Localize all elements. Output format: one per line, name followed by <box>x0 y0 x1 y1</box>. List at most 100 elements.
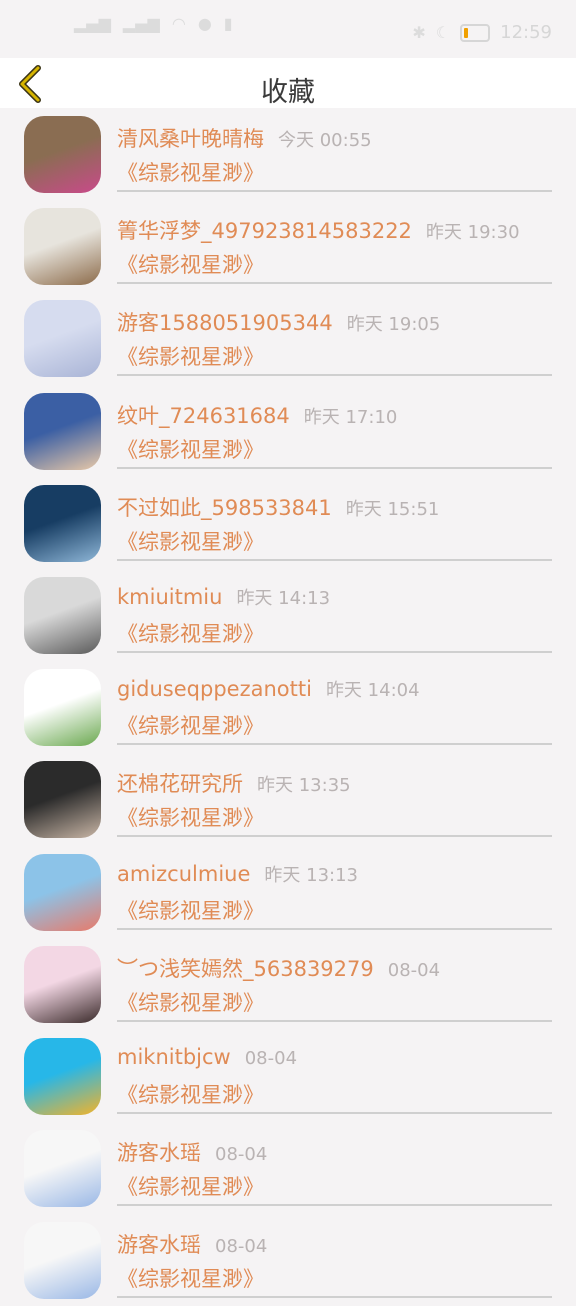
work-title[interactable]: 《综影视星渺》 <box>117 434 264 464</box>
user-name-text: giduseqppezanotti <box>117 677 312 702</box>
user-name-text: 游客水瑶 <box>117 1233 201 1258</box>
work-title[interactable]: 《综影视星渺》 <box>117 618 264 648</box>
avatar[interactable] <box>24 116 101 193</box>
timestamp: 昨天 14:13 <box>236 587 331 609</box>
moon-icon: ☾ <box>435 23 451 42</box>
avatar[interactable] <box>24 1222 101 1300</box>
status-time: 12:59 <box>500 22 552 43</box>
list-item[interactable]: miknitbjcw 08-04 《综影视星渺》 <box>0 1030 576 1122</box>
list-item[interactable]: 纹叶_724631684 昨天 17:10 《综影视星渺》 <box>0 385 576 477</box>
list-item[interactable]: 箐华浮梦_497923814583222 昨天 19:30 《综影视星渺》 <box>0 200 576 292</box>
user-name-text: kmiuitmiu <box>117 584 223 609</box>
user-name[interactable]: 不过如此_598533841 昨天 15:51 <box>117 492 439 522</box>
list-item[interactable]: 不过如此_598533841 昨天 15:51 《综影视星渺》 <box>0 477 576 569</box>
work-title[interactable]: 《综影视星渺》 <box>117 1171 264 1201</box>
timestamp: 08-04 <box>215 1144 268 1166</box>
list-item[interactable]: amizculmiue 昨天 13:13 《综影视星渺》 <box>0 846 576 938</box>
list-item[interactable]: kmiuitmiu 昨天 14:13 《综影视星渺》 <box>0 569 576 661</box>
user-name[interactable]: giduseqppezanotti 昨天 14:04 <box>117 676 420 702</box>
divider <box>117 1111 552 1114</box>
avatar[interactable] <box>24 300 101 378</box>
timestamp: 08-04 <box>244 1047 298 1069</box>
user-name[interactable]: miknitbjcw 08-04 <box>117 1045 297 1069</box>
list-item[interactable]: ︶つ浅笑嫣然_563839279 08-04 《综影视星渺》 <box>0 938 576 1030</box>
user-name-text: miknitbjcw <box>117 1044 231 1069</box>
list-item[interactable]: 清风桑叶晚晴梅 今天 00:55 《综影视星渺》 <box>0 108 576 200</box>
work-title[interactable]: 《综影视星渺》 <box>117 987 264 1017</box>
timestamp: 昨天 14:04 <box>325 680 420 702</box>
signal-2-icon: ▂▄▆ <box>122 14 160 33</box>
sim-icon: ▮ <box>223 14 233 33</box>
divider <box>117 743 552 746</box>
wifi-icon: ◠ <box>171 14 186 33</box>
header-bar: 收藏 <box>0 58 576 108</box>
user-name[interactable]: 游客1588051905344 昨天 19:05 <box>117 307 440 337</box>
avatar[interactable] <box>24 1037 101 1115</box>
list-item[interactable]: 游客1588051905344 昨天 19:05 《综影视星渺》 <box>0 292 576 384</box>
work-title[interactable]: 《综影视星渺》 <box>117 1263 264 1293</box>
timestamp: 今天 00:55 <box>278 130 372 151</box>
user-name[interactable]: 箐华浮梦_497923814583222 昨天 19:30 <box>117 215 520 245</box>
signal-icon: ▂▄▆ <box>74 14 111 33</box>
divider <box>117 835 552 838</box>
divider <box>117 374 552 377</box>
list-item[interactable]: 游客水瑶 08-04 《综影视星渺》 <box>0 1214 576 1306</box>
user-name-text: ︶つ浅笑嫣然_563839279 <box>117 956 374 981</box>
list-item[interactable]: 还棉花研究所 昨天 13:35 《综影视星渺》 <box>0 753 576 845</box>
page-title: 收藏 <box>261 77 315 108</box>
avatar[interactable] <box>24 1130 101 1208</box>
divider <box>117 1019 552 1022</box>
avatar[interactable] <box>24 853 101 931</box>
user-name-text: 清风桑叶晚晴梅 <box>117 127 264 151</box>
user-name[interactable]: 游客水瑶 08-04 <box>117 1137 267 1167</box>
timestamp: 昨天 13:13 <box>264 864 359 886</box>
user-name[interactable]: 纹叶_724631684 昨天 17:10 <box>117 400 397 430</box>
avatar[interactable] <box>24 669 101 747</box>
divider <box>117 1204 552 1207</box>
status-left-icons: ▂▄▆ ▂▄▆ ◠ ● ▮ <box>74 14 233 33</box>
work-title[interactable]: 《综影视星渺》 <box>117 249 264 279</box>
avatar[interactable] <box>24 576 101 654</box>
list-item[interactable]: 游客水瑶 08-04 《综影视星渺》 <box>0 1122 576 1214</box>
user-name[interactable]: kmiuitmiu 昨天 14:13 <box>117 584 330 610</box>
user-name-text: amizculmiue <box>117 861 251 886</box>
avatar[interactable] <box>24 761 101 839</box>
user-name[interactable]: amizculmiue 昨天 13:13 <box>117 861 358 887</box>
avatar[interactable] <box>24 945 101 1023</box>
timestamp: 08-04 <box>215 1236 268 1258</box>
user-name-text: 箐华浮梦_497923814583222 <box>117 219 412 244</box>
work-title[interactable]: 《综影视星渺》 <box>117 710 264 740</box>
avatar[interactable] <box>24 392 101 470</box>
work-title[interactable]: 《综影视星渺》 <box>117 1079 264 1109</box>
timestamp: 08-04 <box>387 959 441 981</box>
avatar[interactable] <box>24 208 101 286</box>
user-name-text: 游客水瑶 <box>117 1141 201 1166</box>
work-title[interactable]: 《综影视星渺》 <box>117 157 264 187</box>
divider <box>117 1296 552 1299</box>
battery-icon <box>460 23 491 42</box>
divider <box>117 558 552 561</box>
timestamp: 昨天 19:30 <box>425 222 520 244</box>
timestamp: 昨天 15:51 <box>345 498 440 520</box>
user-name-text: 纹叶_724631684 <box>117 403 290 428</box>
work-title[interactable]: 《综影视星渺》 <box>117 526 264 556</box>
favorites-list: 清风桑叶晚晴梅 今天 00:55 《综影视星渺》 箐华浮梦_4979238145832… <box>0 108 576 1306</box>
avatar[interactable] <box>24 484 101 562</box>
user-name[interactable]: 还棉花研究所 昨天 13:35 <box>117 768 351 798</box>
divider <box>117 282 552 285</box>
timestamp: 昨天 17:10 <box>303 406 398 428</box>
user-name-text: 不过如此_598533841 <box>117 495 332 520</box>
user-name[interactable]: 游客水瑶 08-04 <box>117 1229 267 1259</box>
work-title[interactable]: 《综影视星渺》 <box>117 895 264 925</box>
divider <box>117 650 552 653</box>
divider <box>117 190 552 192</box>
work-title[interactable]: 《综影视星渺》 <box>117 802 264 832</box>
divider <box>117 466 552 469</box>
user-name-text: 还棉花研究所 <box>117 772 243 797</box>
work-title[interactable]: 《综影视星渺》 <box>117 341 264 371</box>
user-name[interactable]: ︶つ浅笑嫣然_563839279 08-04 <box>117 953 440 983</box>
timestamp: 昨天 19:05 <box>346 314 441 336</box>
user-name[interactable]: 清风桑叶晚晴梅 今天 00:55 <box>117 123 372 153</box>
divider <box>117 927 552 930</box>
list-item[interactable]: giduseqppezanotti 昨天 14:04 《综影视星渺》 <box>0 661 576 753</box>
